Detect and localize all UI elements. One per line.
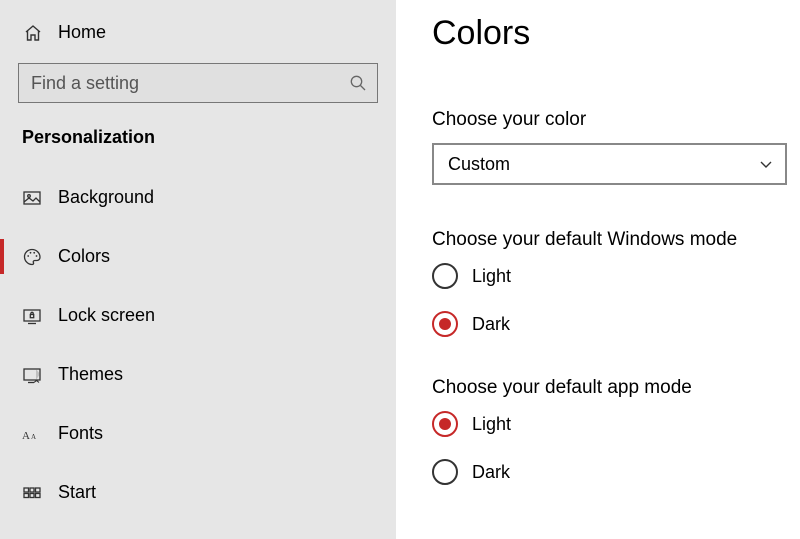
nav-item-label: Colors — [58, 246, 110, 267]
nav-item-label: Start — [58, 482, 96, 503]
lock-screen-icon — [22, 306, 42, 326]
nav-item-label: Background — [58, 187, 154, 208]
nav-start[interactable]: Start — [0, 463, 396, 522]
nav-background[interactable]: Background — [0, 168, 396, 227]
svg-text:A: A — [22, 430, 30, 442]
windows-mode-label: Choose your default Windows mode — [432, 229, 787, 251]
app-mode-group: Light Dark — [432, 411, 787, 485]
radio-label: Light — [472, 414, 511, 435]
section-title: Personalization — [0, 121, 396, 162]
nav-themes[interactable]: Themes — [0, 345, 396, 404]
svg-text:A: A — [31, 433, 36, 441]
radio-icon — [432, 411, 458, 437]
nav-item-label: Lock screen — [58, 305, 155, 326]
search-field[interactable] — [18, 63, 378, 103]
color-label: Choose your color — [432, 109, 787, 131]
nav-colors[interactable]: Colors — [0, 227, 396, 286]
nav-home-label: Home — [58, 22, 106, 43]
radio-label: Dark — [472, 462, 510, 483]
nav-item-label: Themes — [58, 364, 123, 385]
windows-mode-dark[interactable]: Dark — [432, 311, 787, 337]
nav-lock-screen[interactable]: Lock screen — [0, 286, 396, 345]
windows-mode-light[interactable]: Light — [432, 263, 787, 289]
dropdown-value: Custom — [448, 154, 510, 175]
radio-icon — [432, 311, 458, 337]
search-icon — [349, 74, 367, 92]
nav-list: Background Colors — [0, 168, 396, 522]
radio-icon — [432, 263, 458, 289]
image-icon — [22, 188, 42, 208]
radio-label: Dark — [472, 314, 510, 335]
nav-home[interactable]: Home — [0, 18, 396, 53]
search-input[interactable] — [31, 73, 349, 94]
color-dropdown[interactable]: Custom — [432, 143, 787, 185]
page-title: Colors — [432, 14, 787, 53]
start-icon — [22, 483, 42, 503]
radio-icon — [432, 459, 458, 485]
nav-item-label: Fonts — [58, 423, 103, 444]
sidebar: Home Personalization Background — [0, 0, 396, 539]
app-mode-light[interactable]: Light — [432, 411, 787, 437]
themes-icon — [22, 365, 42, 385]
radio-label: Light — [472, 266, 511, 287]
fonts-icon: A A — [22, 424, 42, 444]
palette-icon — [22, 247, 42, 267]
home-icon — [23, 23, 43, 43]
nav-fonts[interactable]: A A Fonts — [0, 404, 396, 463]
app-mode-dark[interactable]: Dark — [432, 459, 787, 485]
chevron-down-icon — [759, 157, 773, 171]
app-mode-label: Choose your default app mode — [432, 377, 787, 399]
main-content: Colors Choose your color Custom Choose y… — [396, 0, 800, 539]
windows-mode-group: Light Dark — [432, 263, 787, 337]
